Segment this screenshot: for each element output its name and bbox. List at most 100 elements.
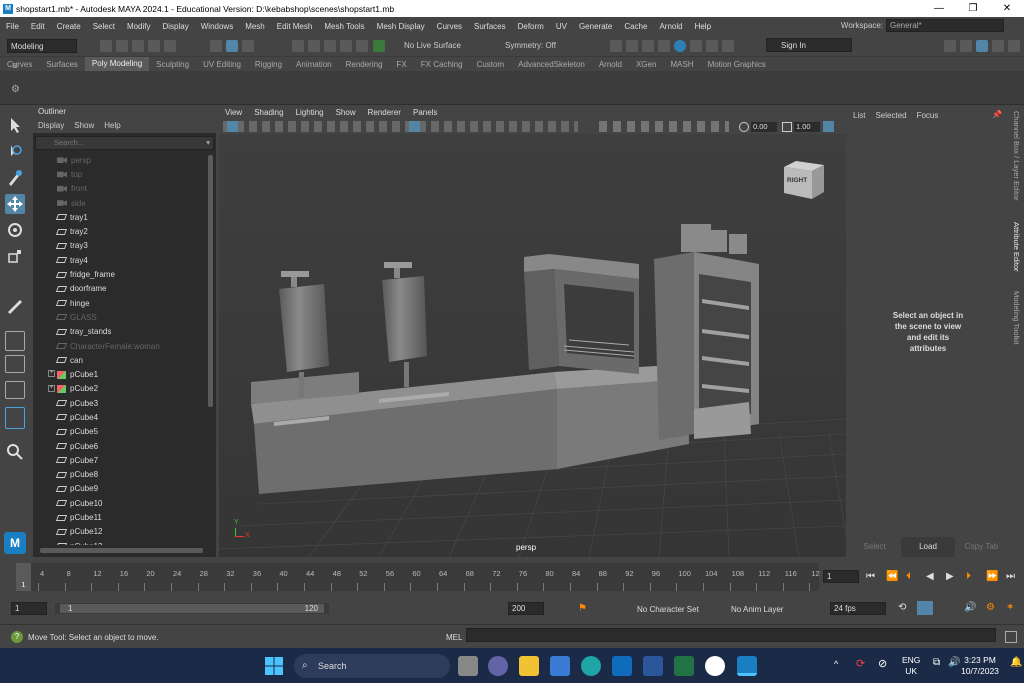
side-tab-attribute-editor[interactable]: Attribute Editor [1012, 222, 1021, 272]
close-icon[interactable]: ✕ [990, 0, 1024, 17]
step-forward-key-icon[interactable]: ⏵ [966, 571, 971, 582]
menu-set-dropdown[interactable]: Modeling [7, 39, 77, 53]
menu-edit-mesh[interactable]: Edit Mesh [271, 22, 319, 31]
toggle-layer-editor-icon[interactable] [1008, 40, 1020, 52]
play-backwards-icon[interactable]: ◀ [926, 571, 934, 582]
viewport-menu-lighting[interactable]: Lighting [290, 108, 330, 117]
menu-mesh-tools[interactable]: Mesh Tools [318, 22, 370, 31]
color-management-icon[interactable] [823, 121, 834, 132]
shelf-tab-poly-modeling[interactable]: Poly Modeling [84, 57, 150, 71]
mel-command-input[interactable] [466, 628, 996, 642]
scene-render[interactable] [219, 134, 846, 557]
toggle-attribute-editor-icon[interactable] [976, 40, 988, 52]
running-man-icon[interactable]: ✶ [1006, 602, 1014, 613]
shelf-tab-arnold[interactable]: Arnold [592, 60, 629, 69]
save-scene-icon[interactable] [132, 40, 144, 52]
render-frame-icon[interactable] [626, 40, 638, 52]
go-to-start-icon[interactable]: ⏮ [866, 571, 875, 582]
side-tab-channel-box[interactable]: Channel Box / Layer Editor [1012, 111, 1021, 201]
shelf-tab-curves[interactable]: Curves [0, 60, 39, 69]
shelf-tab-xgen[interactable]: XGen [629, 60, 663, 69]
script-editor-icon[interactable] [1005, 631, 1017, 643]
cache-playback-icon[interactable] [917, 601, 933, 615]
outliner-item[interactable]: pCube4 [33, 410, 208, 424]
menu-mesh[interactable]: Mesh [239, 22, 271, 31]
menu-arnold[interactable]: Arnold [653, 22, 688, 31]
shelf-tab-fx-caching[interactable]: FX Caching [414, 60, 470, 69]
open-scene-icon[interactable] [116, 40, 128, 52]
expand-icon[interactable]: + [48, 370, 55, 378]
outlook-icon[interactable] [612, 656, 632, 676]
live-surface-icon[interactable] [373, 40, 385, 52]
menu-modify[interactable]: Modify [121, 22, 157, 31]
play-forwards-icon[interactable]: ▶ [946, 571, 954, 582]
paint-select-tool-icon[interactable] [5, 168, 25, 188]
viewport-tool-icons[interactable] [223, 121, 578, 132]
end-time-field[interactable]: 200 [508, 602, 544, 615]
toggle-tool-settings-icon[interactable] [992, 40, 1004, 52]
gamma-icon[interactable] [782, 122, 792, 132]
outliner-vertical-scrollbar[interactable] [208, 155, 213, 407]
webex-icon[interactable] [705, 656, 725, 676]
viewport-menu-renderer[interactable]: Renderer [362, 108, 407, 117]
search-icon[interactable] [5, 442, 25, 462]
edge-icon[interactable] [581, 656, 601, 676]
undo-icon[interactable] [148, 40, 160, 52]
hypershade-icon[interactable] [674, 40, 686, 52]
outliner-item[interactable]: pCube11 [33, 510, 208, 524]
select-hierarchy-icon[interactable] [210, 40, 222, 52]
outliner-item[interactable]: GLASS [33, 310, 208, 324]
shelf-tab-advancedskeleton[interactable]: AdvancedSkeleton [511, 60, 592, 69]
current-time-marker[interactable]: 1 [16, 563, 31, 591]
menu-display[interactable]: Display [157, 22, 195, 31]
copy-tab-button[interactable]: Copy Tab [955, 537, 1008, 557]
time-slider-track[interactable]: 1 4 8 12 16 20 24 28 32 36 40 44 48 52 56 60 64 68 72 76 80… [16, 563, 820, 591]
shelf-tab-surfaces[interactable]: Surfaces [39, 60, 85, 69]
shelf-settings-icon[interactable]: ⚙ [11, 84, 20, 95]
display-icon[interactable]: ⧉ [933, 657, 940, 668]
clock[interactable]: 3:23 PM 10/7/2023 [955, 655, 1005, 677]
step-back-icon[interactable]: ⏪ [886, 571, 898, 582]
shelf-tab-mash[interactable]: MASH [663, 60, 700, 69]
viewport-menu-panels[interactable]: Panels [407, 108, 443, 117]
outliner-item[interactable]: pCube8 [33, 468, 208, 482]
viewport-shading-icons[interactable] [599, 121, 729, 132]
menu-cache[interactable]: Cache [618, 22, 653, 31]
render-settings-icon[interactable] [658, 40, 670, 52]
select-camera-icon[interactable] [227, 121, 238, 132]
render-view-icon[interactable] [610, 40, 622, 52]
menu-deform[interactable]: Deform [512, 22, 550, 31]
workspace-dropdown[interactable]: General* [886, 19, 1004, 32]
step-forward-icon[interactable]: ⏩ [986, 571, 998, 582]
side-tab-modeling-toolkit[interactable]: Modeling Toolkit [1012, 291, 1021, 345]
shelf-tab-sculpting[interactable]: Sculpting [149, 60, 196, 69]
shelf-tab-custom[interactable]: Custom [470, 60, 512, 69]
shelf-tab-rigging[interactable]: Rigging [248, 60, 289, 69]
menu-file[interactable]: File [0, 22, 25, 31]
attr-tab-selected[interactable]: Selected [870, 111, 911, 120]
toggle-modeling-toolkit-icon[interactable] [944, 40, 956, 52]
outliner-item[interactable]: can [33, 353, 208, 367]
menu-uv[interactable]: UV [550, 22, 573, 31]
select-tool-icon[interactable] [5, 115, 25, 135]
outliner-item[interactable]: persp [33, 153, 208, 167]
menu-generate[interactable]: Generate [573, 22, 618, 31]
range-slider-handle[interactable]: 1 120 [60, 604, 324, 613]
sculpt-tool-icon[interactable] [5, 295, 25, 315]
outliner-item[interactable]: pCube10 [33, 496, 208, 510]
minimize-icon[interactable]: — [922, 0, 956, 17]
menu-curves[interactable]: Curves [431, 22, 468, 31]
network-icon[interactable]: ⊘ [878, 657, 887, 670]
3d-scene-view[interactable]: RIGHT Y X persp [219, 134, 846, 557]
outliner-item[interactable]: pCube13 [33, 539, 208, 545]
outliner-item[interactable]: pCube12 [33, 525, 208, 539]
notifications-icon[interactable]: 🔔 [1010, 657, 1022, 668]
step-back-key-icon[interactable]: ⏴ [906, 571, 911, 582]
outliner-item[interactable]: pCube7 [33, 453, 208, 467]
character-set-dropdown[interactable]: No Character Set [637, 605, 699, 614]
outliner-item[interactable]: pCube3 [33, 396, 208, 410]
auto-key-icon[interactable]: ⚑ [578, 603, 587, 614]
shelf-tab-rendering[interactable]: Rendering [339, 60, 390, 69]
excel-icon[interactable] [674, 656, 694, 676]
outliner-item[interactable]: tray2 [33, 224, 208, 238]
